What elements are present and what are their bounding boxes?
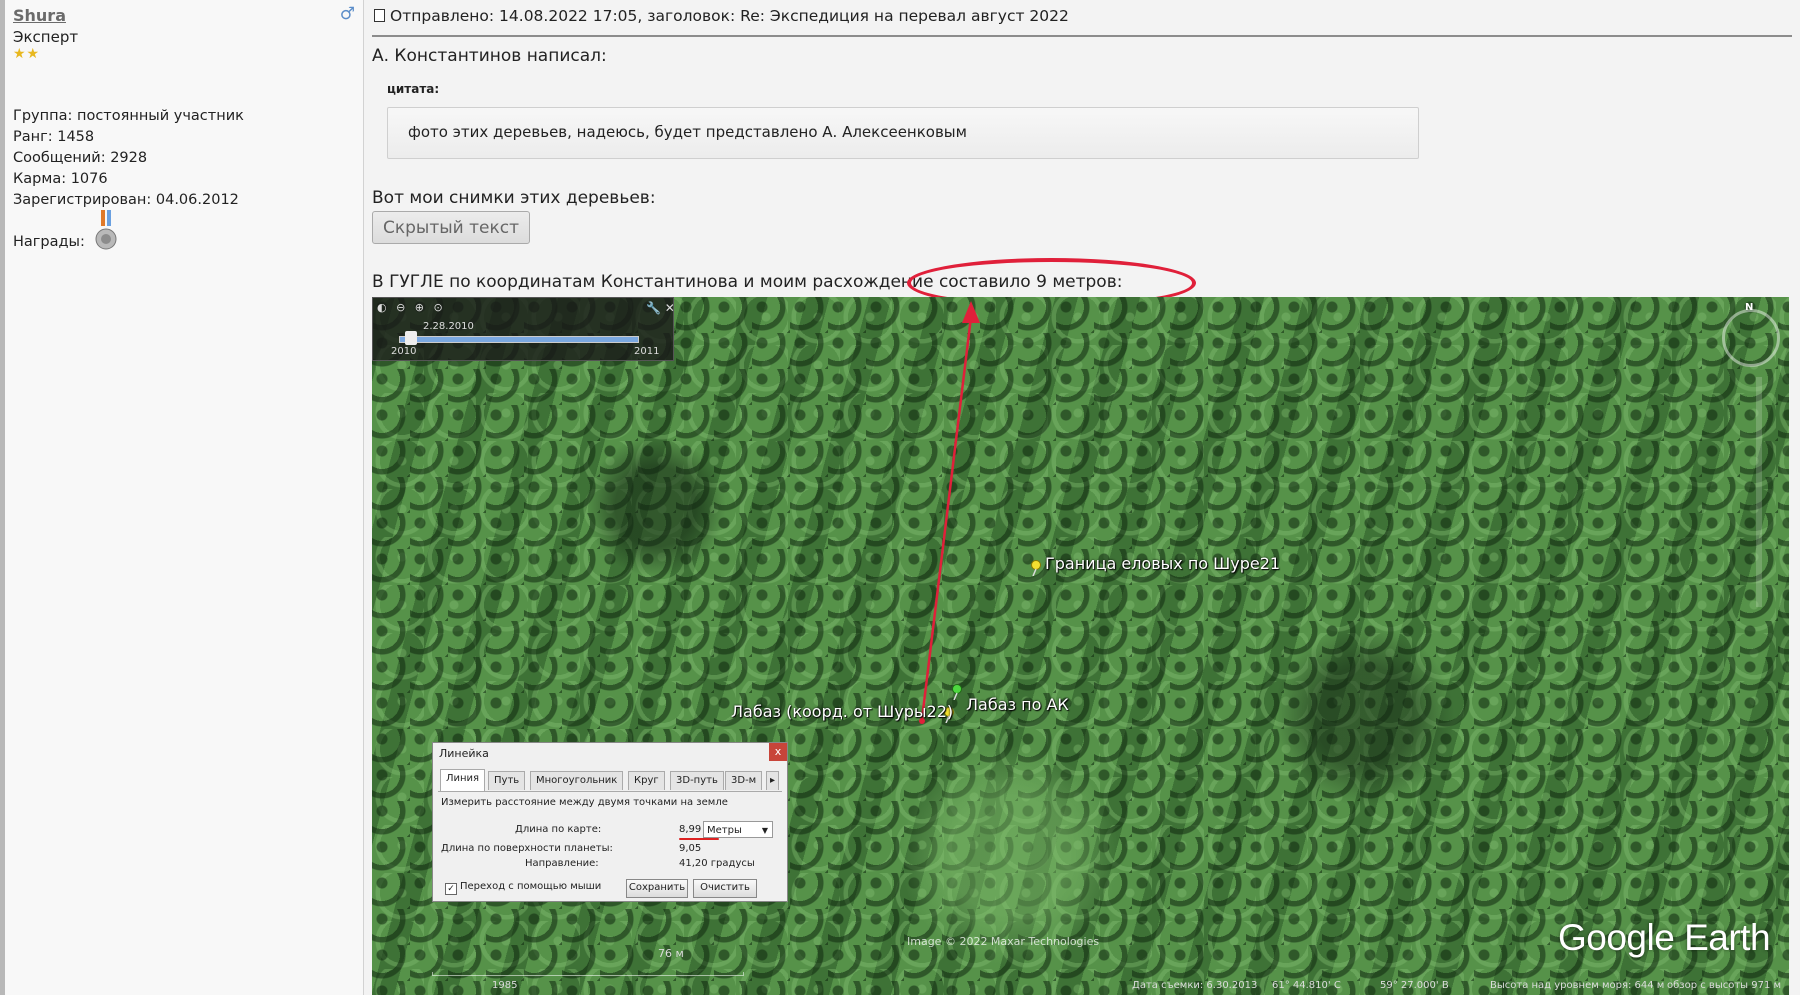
direction-label: Направление:	[525, 858, 599, 869]
pushpin-yellow-icon[interactable]	[1030, 560, 1042, 576]
units-select[interactable]: Метры ▼	[703, 821, 773, 838]
user-profile-panel: Shura ♂ Эксперт ★★ Группа: постоянный уч…	[5, 0, 364, 995]
medal-icon[interactable]	[93, 210, 119, 254]
status-latitude: 61° 44.810' С	[1272, 980, 1341, 991]
mouse-navigation-label: Переход с помощью мыши	[460, 881, 602, 892]
post-header: Отправлено: 14.08.2022 17:05, заголовок:…	[372, 0, 1792, 37]
status-year: 1985	[492, 980, 518, 991]
quote-box: фото этих деревьев, надеюсь, будет предс…	[387, 107, 1419, 159]
quote-label: цитата:	[387, 82, 440, 96]
direction-value: 41,20 градусы	[679, 858, 755, 869]
tab-polygon[interactable]: Многоугольник	[530, 771, 624, 790]
value-underline	[679, 838, 719, 840]
chevron-down-icon: ▼	[761, 826, 768, 835]
status-altitude: Высота над уровнем моря: 644 м	[1490, 980, 1665, 991]
save-button[interactable]: Сохранить	[626, 879, 688, 898]
tab-path[interactable]: Путь	[488, 771, 526, 790]
quote-text: фото этих деревьев, надеюсь, будет предс…	[408, 123, 967, 141]
imagery-copyright: Image © 2022 Maxar Technologies	[907, 935, 1100, 948]
status-capture-date: Дата съемки: 6.30.2013	[1132, 980, 1258, 991]
status-eye-altitude: обзор с высоты 971 м	[1667, 980, 1782, 991]
user-rank: Ранг: 1458	[13, 129, 95, 145]
google-earth-logo: Google Earth	[1558, 917, 1771, 958]
surface-length-value: 9,05	[679, 843, 702, 854]
label-shura22[interactable]: Лабаз (коорд. от Шуры22)	[731, 702, 953, 721]
user-title: Эксперт	[13, 28, 79, 46]
user-messages: Сообщений: 2928	[13, 150, 148, 166]
post-content: Отправлено: 14.08.2022 17:05, заголовок:…	[372, 0, 1792, 995]
post-header-text: Отправлено: 14.08.2022 17:05, заголовок:…	[390, 7, 1069, 25]
google-earth-screenshot: ◐ ⊖ ⊕ ⊙ 🔧 ✕ 2.28.2010 2010 2011 N Границ…	[372, 297, 1789, 995]
tab-circle[interactable]: Круг	[628, 771, 665, 790]
user-group: Группа: постоянный участник	[13, 108, 244, 124]
tab-scroll-arrow-icon[interactable]: ▸	[766, 771, 780, 790]
tab-line[interactable]: Линия	[440, 769, 486, 791]
map-length-value: 8,99	[679, 824, 702, 835]
clear-button[interactable]: Очистить	[693, 879, 757, 898]
tab-3d-path[interactable]: 3D-путь	[670, 771, 724, 790]
units-value: Метры	[707, 825, 742, 836]
map-length-label: Длина по карте:	[515, 824, 602, 835]
status-longitude: 59° 27.000' В	[1380, 980, 1449, 991]
awards-label: Награды:	[13, 234, 85, 250]
ruler-tabs: Линия Путь Многоугольник Круг 3D-путь 3D…	[438, 769, 782, 792]
user-stats: Группа: постоянный участник Ранг: 1458 С…	[13, 106, 244, 211]
user-karma: Карма: 1076	[13, 171, 108, 187]
status-bar: 1985 Дата съемки: 6.30.2013 61° 44.810' …	[372, 979, 1789, 995]
pushpin-green-icon[interactable]	[951, 684, 963, 700]
scale-label: 76 м	[658, 947, 684, 960]
ruler-description: Измерить расстояние между двумя точками …	[441, 797, 728, 808]
tab-3d-polygon[interactable]: 3D-м	[725, 771, 763, 790]
label-ak[interactable]: Лабаз по АК	[966, 695, 1069, 714]
label-boundary[interactable]: Граница еловых по Шуре21	[1045, 554, 1280, 573]
checkbox-check-icon[interactable]: ✓	[445, 883, 457, 895]
mouse-navigation-checkbox[interactable]: ✓ Переход с помощью мыши	[445, 881, 601, 895]
surface-length-label: Длина по поверхности планеты:	[441, 843, 613, 854]
ruler-dialog: Линейка x Линия Путь Многоугольник Круг …	[432, 742, 788, 902]
quote-author: А. Константинов написал:	[372, 46, 607, 66]
photos-text: Вот мои снимки этих деревьев:	[372, 188, 656, 208]
ruler-title: Линейка	[439, 747, 489, 760]
scale-bar	[432, 972, 744, 976]
username-link[interactable]: Shura	[13, 6, 66, 25]
hidden-text-button[interactable]: Скрытый текст	[372, 211, 531, 244]
gender-male-icon: ♂	[339, 4, 355, 24]
close-icon[interactable]: x	[769, 743, 787, 761]
user-registered: Зарегистрирован: 04.06.2012	[13, 192, 239, 208]
rank-stars-icon: ★★	[13, 46, 41, 62]
document-icon	[374, 9, 385, 22]
